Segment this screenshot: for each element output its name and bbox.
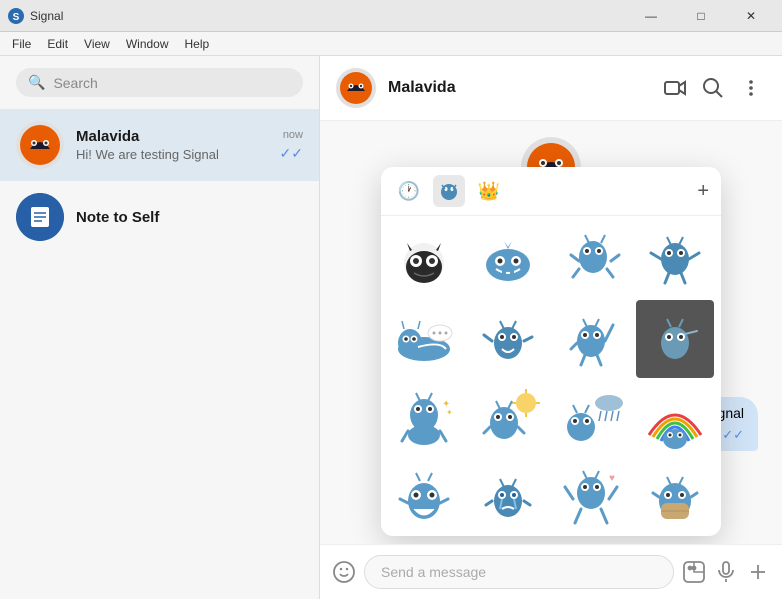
sticker-14[interactable] xyxy=(469,460,547,536)
svg-text:✦: ✦ xyxy=(446,408,453,417)
sticker-panel: 🕐 👑 + xyxy=(381,167,721,536)
sticker-add-button[interactable]: + xyxy=(697,180,709,203)
title-bar: S Signal — □ ✕ xyxy=(0,0,782,32)
chat-contact-name: Malavida xyxy=(388,79,648,97)
add-attachment-button[interactable] xyxy=(746,560,770,584)
chat-header-actions xyxy=(660,73,766,103)
conversation-item-malavida[interactable]: Malavida Hi! We are testing Signal now ✓… xyxy=(0,109,319,181)
more-options-button[interactable] xyxy=(736,73,766,103)
sticker-8[interactable] xyxy=(636,300,714,378)
sticker-1[interactable] xyxy=(385,220,463,298)
chat-header-avatar xyxy=(336,68,376,108)
menu-window[interactable]: Window xyxy=(118,32,177,55)
sticker-5[interactable] xyxy=(385,300,463,378)
sticker-11[interactable] xyxy=(552,380,630,458)
sticker-tab-recent[interactable]: 🕐 xyxy=(393,175,425,207)
sticker-4[interactable] xyxy=(636,220,714,298)
app-body: 🔍 Malav xyxy=(0,56,782,599)
menu-bar: File Edit View Window Help xyxy=(0,32,782,56)
search-icon: 🔍 xyxy=(28,74,45,91)
message-read-receipt: ✓✓ xyxy=(722,427,744,443)
sticker-16[interactable] xyxy=(636,460,714,536)
sticker-13[interactable] xyxy=(385,460,463,536)
conversation-item-note-to-self[interactable]: Note to Self xyxy=(0,181,319,253)
chat-header: Malavida xyxy=(320,56,782,121)
emoji-button[interactable] xyxy=(332,560,356,584)
sticker-9[interactable]: ✦ ✦ xyxy=(385,380,463,458)
svg-text:S: S xyxy=(13,12,20,23)
conv-name-note-to-self: Note to Self xyxy=(76,209,303,226)
sticker-button[interactable] xyxy=(682,560,706,584)
app-icon: S xyxy=(8,8,24,24)
sidebar: 🔍 Malav xyxy=(0,56,320,599)
window-controls: — □ ✕ xyxy=(628,0,774,32)
video-call-button[interactable] xyxy=(660,73,690,103)
avatar-malavida xyxy=(16,121,64,169)
sticker-tab-crown[interactable]: 👑 xyxy=(473,175,505,207)
maximize-button[interactable]: □ xyxy=(678,0,724,32)
search-chat-button[interactable] xyxy=(698,73,728,103)
minimize-button[interactable]: — xyxy=(628,0,674,32)
sidebar-header: 🔍 xyxy=(0,56,319,109)
window-title: Signal xyxy=(30,9,628,23)
chat-messages: g Signal now ✓✓ 🕐 xyxy=(320,121,782,544)
voice-button[interactable] xyxy=(714,560,738,584)
sticker-7[interactable] xyxy=(552,300,630,378)
conv-info-note-to-self: Note to Self xyxy=(76,209,303,226)
sticker-panel-header: 🕐 👑 + xyxy=(381,167,721,216)
sticker-6[interactable] xyxy=(469,300,547,378)
conv-time-malavida: now xyxy=(283,129,303,141)
sticker-15[interactable]: ♥ xyxy=(552,460,630,536)
sticker-10[interactable] xyxy=(469,380,547,458)
conv-preview-malavida: Hi! We are testing Signal xyxy=(76,147,268,162)
sticker-2[interactable] xyxy=(469,220,547,298)
chat-input-area xyxy=(320,544,782,599)
sticker-12[interactable] xyxy=(636,380,714,458)
conv-info-malavida: Malavida Hi! We are testing Signal xyxy=(76,128,268,162)
sticker-3[interactable] xyxy=(552,220,630,298)
conv-meta-malavida: now ✓✓ xyxy=(280,129,303,162)
search-input[interactable] xyxy=(53,75,291,91)
message-input[interactable] xyxy=(364,555,674,589)
menu-view[interactable]: View xyxy=(76,32,118,55)
menu-edit[interactable]: Edit xyxy=(39,32,76,55)
sticker-tab-cat[interactable] xyxy=(433,175,465,207)
avatar-note-to-self xyxy=(16,193,64,241)
read-receipt-malavida: ✓✓ xyxy=(280,145,303,162)
chat-area: Malavida xyxy=(320,56,782,599)
close-button[interactable]: ✕ xyxy=(728,0,774,32)
sticker-grid: ✦ ✦ xyxy=(381,216,721,536)
menu-file[interactable]: File xyxy=(4,32,39,55)
menu-help[interactable]: Help xyxy=(177,32,218,55)
conv-name-malavida: Malavida xyxy=(76,128,268,145)
svg-text:♥: ♥ xyxy=(609,473,615,484)
search-box[interactable]: 🔍 xyxy=(16,68,303,97)
conversation-list: Malavida Hi! We are testing Signal now ✓… xyxy=(0,109,319,599)
